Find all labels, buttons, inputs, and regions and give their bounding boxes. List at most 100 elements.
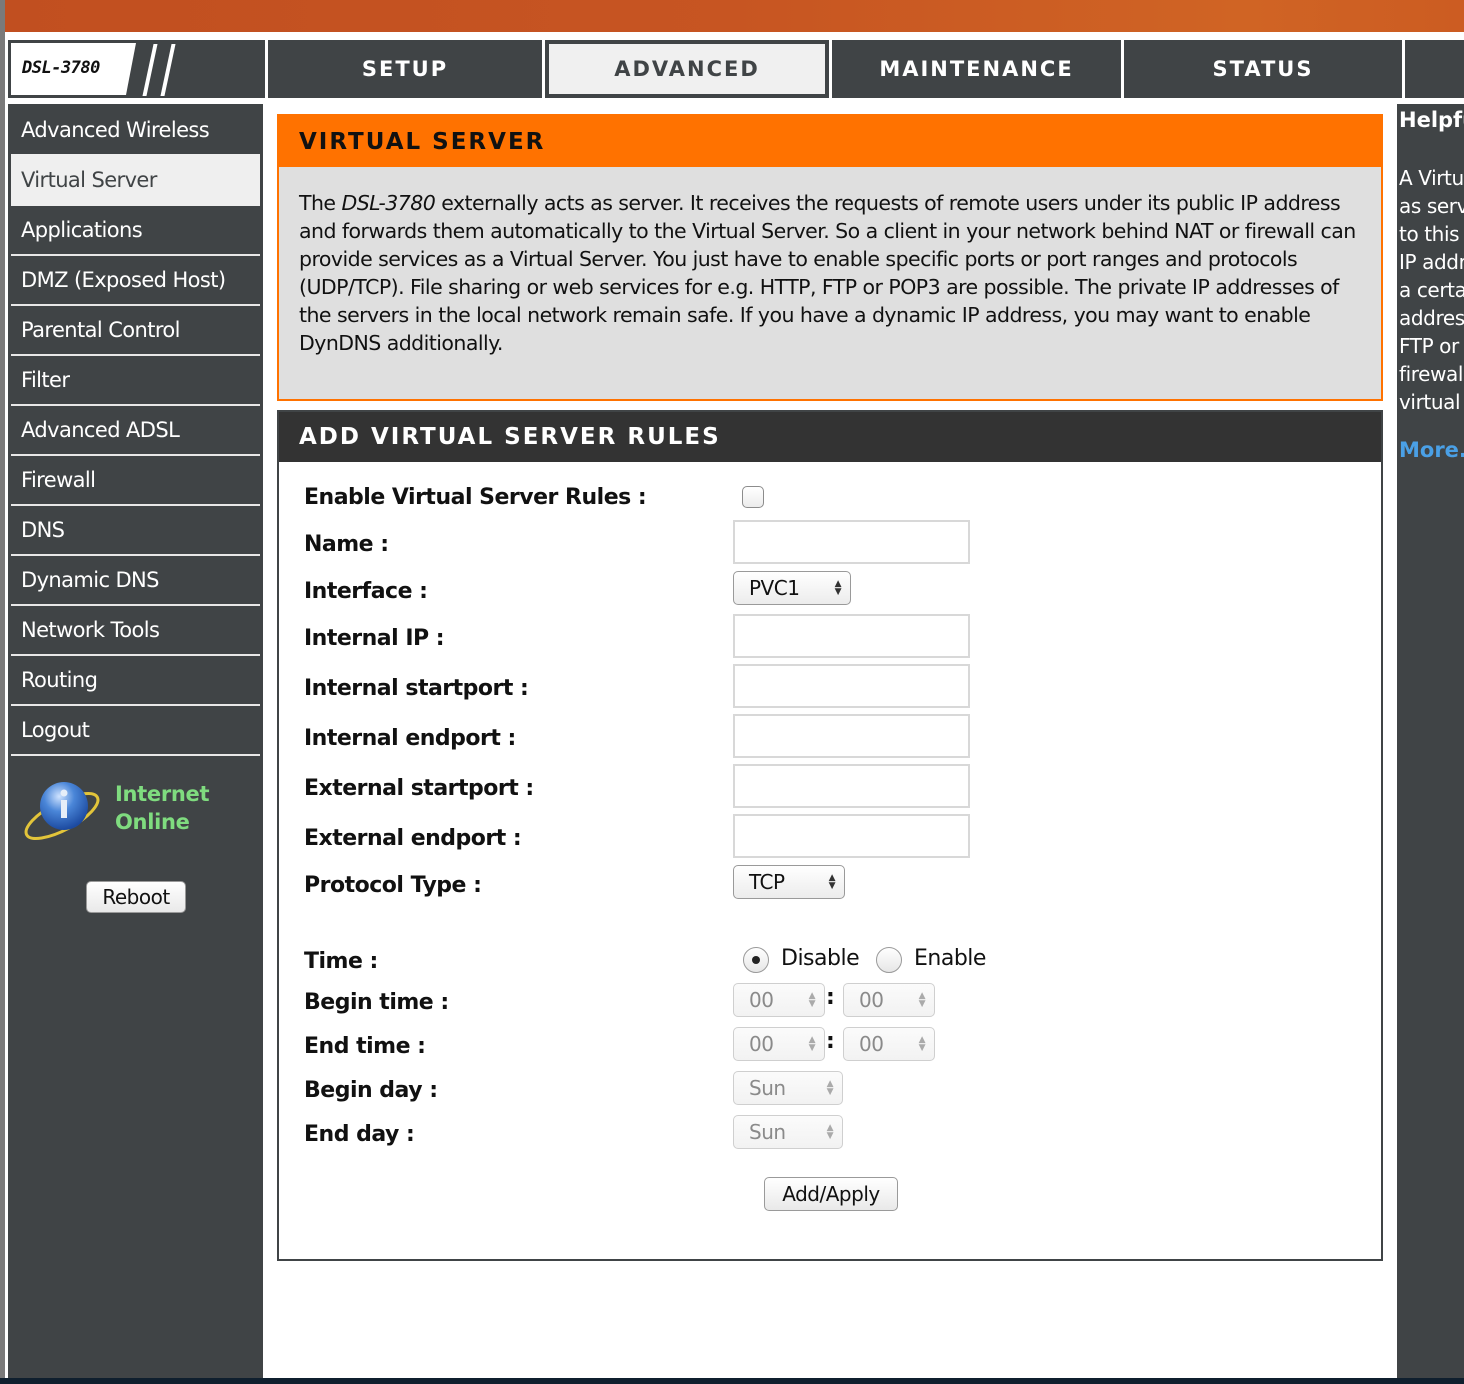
sidebar-item-filter[interactable]: Filter [11,356,260,404]
time-disable-radio[interactable] [743,947,769,973]
tab-help[interactable] [1405,40,1464,98]
sidebar-item-logout[interactable]: Logout [11,706,260,754]
internal-startport-input[interactable] [733,664,970,708]
interface-select[interactable]: PVC1 ▲ ▼ [733,571,851,605]
reboot-button[interactable]: Reboot [86,881,186,913]
sidebar-item-network-tools[interactable]: Network Tools [11,606,260,654]
tab-maintenance-label: MAINTENANCE [879,57,1074,81]
select-arrows-icon: ▲ ▼ [808,991,816,1009]
select-arrows-icon: ▲ ▼ [918,1035,926,1053]
desc-body: externally acts as server. It receives t… [299,191,1356,355]
tab-status-label: STATUS [1212,57,1314,81]
enable-rules-checkbox[interactable] [742,486,764,508]
internal-ip-input[interactable] [733,614,970,658]
sidebar-item-firewall[interactable]: Firewall [11,456,260,504]
virtual-server-title: VIRTUAL SERVER [279,116,1381,167]
sidebar-item-label: Advanced ADSL [21,418,180,442]
helpful-hints-panel: Helpful Hints... A Virtual Server is def… [1397,104,1464,1378]
help-line: A Virtual Server is defined [1399,166,1464,190]
sidebar-item-label: Parental Control [21,318,181,342]
desc-model: DSL-3780 [341,191,436,215]
add-rules-panel: ADD VIRTUAL SERVER RULES Enable Virtual … [277,410,1383,1261]
window-bottom-edge [0,1378,1464,1384]
help-line: firewall via the [1399,362,1464,386]
end-hour-value: 00 [749,1032,774,1056]
add-apply-button[interactable]: Add/Apply [764,1177,898,1211]
select-arrows-icon: ▲ ▼ [918,991,926,1009]
sidebar-item-routing[interactable]: Routing [11,656,260,704]
desc-prefix: The [299,191,342,215]
protocol-type-select[interactable]: TCP ▲ ▼ [733,865,845,899]
end-hour-select[interactable]: 00 ▲ ▼ [733,1027,825,1061]
help-line: as service port and all requests [1399,194,1464,218]
begin-hour-select[interactable]: 00 ▲ ▼ [733,983,825,1017]
status-line-2: Online [115,810,190,834]
select-arrows-icon: ▲ ▼ [828,873,836,891]
sidebar-item-label: Routing [21,668,98,692]
end-day-select[interactable]: Sun ▲ ▼ [733,1115,843,1149]
select-arrows-icon: ▲ ▼ [834,579,842,597]
time-enable-label: Enable [914,946,986,971]
begin-day-select[interactable]: Sun ▲ ▼ [733,1071,843,1105]
begin-day-value: Sun [749,1076,786,1100]
sidebar-item-applications[interactable]: Applications [11,206,260,254]
help-more-link[interactable]: More... [1399,438,1464,462]
tab-maintenance[interactable]: MAINTENANCE [832,40,1121,98]
tab-advanced-label: ADVANCED [614,57,760,81]
sidebar-item-label: Network Tools [21,618,160,642]
external-startport-input[interactable] [733,764,970,808]
sidebar-item-label: DMZ (Exposed Host) [21,268,226,292]
sidebar-item-advanced-wireless[interactable]: Advanced Wireless [11,106,260,154]
help-line: FTP or POP3 behind the [1399,334,1464,358]
help-title: Helpful Hints... [1399,108,1464,132]
sidebar-item-dmz[interactable]: DMZ (Exposed Host) [11,256,260,304]
sidebar-item-virtual-server[interactable]: Virtual Server [11,154,260,206]
tab-status[interactable]: STATUS [1124,40,1402,98]
tab-advanced[interactable]: ADVANCED [545,40,829,98]
external-endport-input[interactable] [733,814,970,858]
time-separator: : [826,985,835,1010]
internal-startport-label: Internal startport : [304,675,529,701]
help-line: IP address of the server and [1399,250,1464,274]
end-minute-value: 00 [859,1032,884,1056]
tab-setup-label: SETUP [361,57,449,81]
logo-text: DSL-3780 [22,58,100,78]
sidebar-item-label: DNS [21,518,65,542]
sidebar-item-dns[interactable]: DNS [11,506,260,554]
sidebar-item-dynamic-dns[interactable]: Dynamic DNS [11,556,260,604]
help-line: to this port will be redirected [1399,222,1464,246]
top-banner [5,0,1464,32]
help-line: a certain port. The server [1399,278,1464,302]
end-day-label: End day : [304,1121,415,1147]
sidebar-item-label: Applications [21,218,143,242]
sidebar-item-advanced-adsl[interactable]: Advanced ADSL [11,406,260,454]
time-label: Time : [304,948,378,974]
begin-minute-select[interactable]: 00 ▲ ▼ [843,983,935,1017]
end-minute-select[interactable]: 00 ▲ ▼ [843,1027,935,1061]
sidebar-item-parental-control[interactable]: Parental Control [11,306,260,354]
sidebar-item-label: Logout [21,718,90,742]
status-line-1: Internet [115,782,210,806]
enable-rules-label: Enable Virtual Server Rules : [304,484,647,510]
virtual-server-description: The DSL-3780 externally acts as server. … [299,189,1369,357]
internal-endport-input[interactable] [733,714,970,758]
tab-setup[interactable]: SETUP [268,40,542,98]
sidebar-item-label: Firewall [21,468,96,492]
logo: DSL-3780 [8,40,265,98]
time-enable-radio[interactable] [876,947,902,973]
virtual-server-panel: VIRTUAL SERVER The DSL-3780 externally a… [277,114,1383,401]
sidebar-item-label: Dynamic DNS [21,568,160,592]
external-endport-label: External endport : [304,825,522,851]
sidebar: Advanced Wireless Virtual Server Applica… [8,104,263,1378]
protocol-type-label: Protocol Type : [304,872,482,898]
internal-ip-label: Internal IP : [304,625,445,651]
internet-status: Internet Online [115,780,210,836]
external-startport-label: External startport : [304,775,534,801]
name-label: Name : [304,531,389,557]
end-time-label: End time : [304,1033,426,1059]
help-line: address ... for e.g. HTTP, [1399,306,1464,330]
name-input[interactable] [733,520,970,564]
protocol-value: TCP [749,870,785,894]
sidebar-item-label: Advanced Wireless [21,118,210,142]
sidebar-item-label: Virtual Server [21,168,157,192]
